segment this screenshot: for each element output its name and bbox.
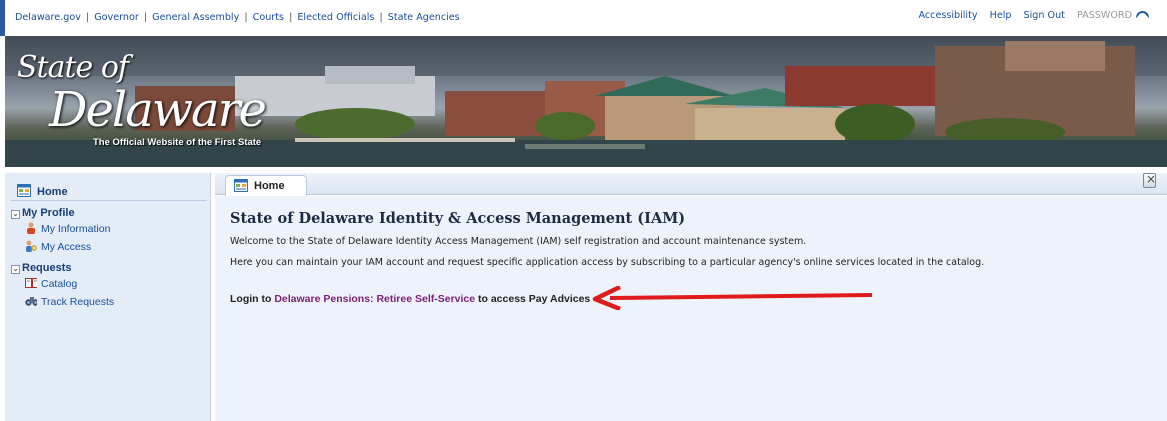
nav-separator: | [289,12,293,23]
collapse-toggle-icon[interactable]: ⌄ [11,210,20,219]
utility-links: Accessibility Help Sign Out PASSWORD [910,10,1149,21]
sidebar-item-label: Catalog [41,278,78,290]
red-arrow-annotation [592,286,873,310]
nav-courts[interactable]: Courts [253,12,284,23]
tab-bar: Home [215,173,1167,196]
home-icon [17,184,31,197]
nav-separator: | [143,12,148,23]
sidebar-item-label: My Access [41,241,92,253]
section-title: Requests [22,262,72,274]
section-title: My Profile [22,207,75,219]
sidebar-item-label: Track Requests [41,296,115,308]
nav-elected-officials[interactable]: Elected Officials [297,12,374,23]
sidebar-item-catalog[interactable]: Catalog [25,277,77,290]
logo-delaware: Delaware [49,82,267,138]
logo-tagline: The Official Website of the First State [93,137,262,148]
user-key-icon [26,240,37,252]
nav-general-assembly[interactable]: General Assembly [152,12,239,23]
login-suffix: to access Pay Advices [475,293,591,305]
collapse-toggle-icon[interactable]: ⌄ [11,265,20,274]
sidebar-home-label: Home [37,186,68,198]
sign-out-link[interactable]: Sign Out [1024,10,1065,21]
sidebar-item-my-information[interactable]: My Information [25,222,110,235]
person-icon [27,222,35,234]
nav-separator: | [379,12,383,23]
accessibility-link[interactable]: Accessibility [919,10,978,21]
top-bar: Delaware.gov | Governor | General Assemb… [0,0,1167,36]
password-logo-text: PASSWORD [1076,10,1132,21]
section-requests[interactable]: ⌄ Requests [11,262,72,274]
home-icon [234,179,248,192]
sidebar-item-my-access[interactable]: My Access [25,240,91,253]
help-link[interactable]: Help [990,10,1012,21]
nav-delaware-gov[interactable]: Delaware.gov [15,12,81,23]
open-book-icon [25,278,37,288]
login-instruction: Login to Delaware Pensions: Retiree Self… [230,293,590,305]
description-text: Here you can maintain your IAM account a… [230,257,985,268]
header-banner: State of Delaware The Official Website o… [5,36,1167,167]
tab-label: Home [254,180,285,192]
nav-governor[interactable]: Governor [94,12,139,23]
sidebar-home[interactable]: Home [11,181,207,201]
binoculars-icon [25,297,37,306]
page-title: State of Delaware Identity & Access Mana… [230,210,686,227]
nav-separator: | [85,12,90,23]
sidebar: Home ⌄ My Profile My Information My Acces… [5,173,211,421]
sidebar-item-label: My Information [41,223,111,235]
section-my-profile[interactable]: ⌄ My Profile [11,207,75,219]
logo-state-of: State of [17,50,129,85]
login-prefix: Login to [230,293,275,305]
close-tab-icon[interactable] [1143,172,1156,188]
tab-home[interactable]: Home [225,175,307,196]
password-logo-icon [1136,11,1149,18]
retiree-self-service-link[interactable]: Delaware Pensions: Retiree Self-Service [274,293,475,305]
nav-state-agencies[interactable]: State Agencies [388,12,460,23]
sidebar-item-track-requests[interactable]: Track Requests [25,295,114,308]
nav-separator: | [244,12,248,23]
welcome-text: Welcome to the State of Delaware Identit… [230,236,807,247]
top-nav: Delaware.gov | Governor | General Assemb… [15,12,460,23]
